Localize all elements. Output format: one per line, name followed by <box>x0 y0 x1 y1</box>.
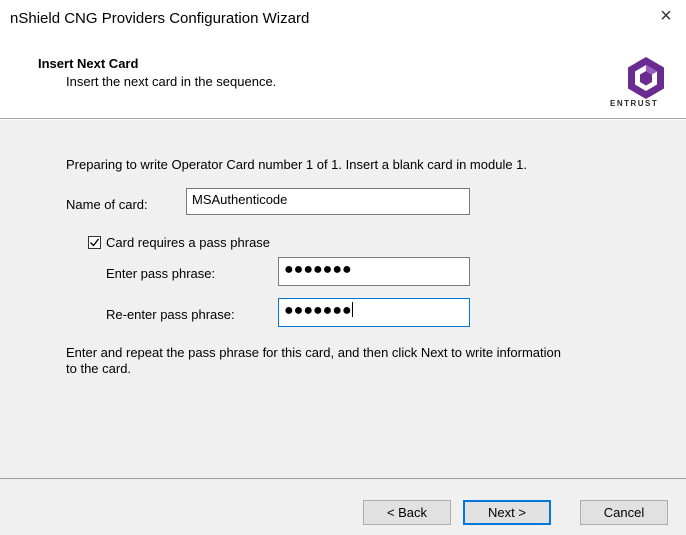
reenter-pass-field[interactable]: ●●●●●●● <box>278 298 470 327</box>
help-text-line1: Enter and repeat the pass phrase for thi… <box>66 345 561 360</box>
text-caret <box>351 302 353 317</box>
title-bar: nShield CNG Providers Configuration Wiza… <box>0 0 686 38</box>
back-button[interactable]: < Back <box>363 500 451 525</box>
checkmark-icon <box>90 238 100 247</box>
reenter-pass-label: Re-enter pass phrase: <box>106 307 235 322</box>
page-title: Insert Next Card <box>38 56 139 71</box>
next-button[interactable]: Next > <box>463 500 551 525</box>
cancel-button[interactable]: Cancel <box>580 500 668 525</box>
logo-text: ENTRUST <box>610 99 659 108</box>
card-name-field[interactable]: MSAuthenticode <box>186 188 470 215</box>
card-name-label: Name of card: <box>66 197 148 212</box>
pass-phrase-checkbox-label[interactable]: Card requires a pass phrase <box>106 235 270 250</box>
entrust-logo-icon <box>628 57 664 99</box>
reenter-pass-value: ●●●●●●● <box>284 302 352 319</box>
close-icon[interactable]: × <box>656 6 676 26</box>
enter-pass-label: Enter pass phrase: <box>106 266 216 281</box>
instruction-text: Preparing to write Operator Card number … <box>66 157 528 172</box>
enter-pass-value: ●●●●●●● <box>284 261 352 278</box>
window-title: nShield CNG Providers Configuration Wiza… <box>10 10 310 27</box>
card-name-value: MSAuthenticode <box>192 192 288 207</box>
pass-phrase-checkbox[interactable] <box>88 236 101 249</box>
enter-pass-field[interactable]: ●●●●●●● <box>278 257 470 286</box>
help-text-line2: to the card. <box>66 361 132 376</box>
entrust-logo: ENTRUST <box>608 55 684 115</box>
wizard-header: Insert Next Card Insert the next card in… <box>0 38 686 118</box>
wizard-footer: < Back Next > Cancel <box>0 479 686 535</box>
page-subtitle: Insert the next card in the sequence. <box>66 74 277 89</box>
wizard-content: Preparing to write Operator Card number … <box>0 120 686 478</box>
